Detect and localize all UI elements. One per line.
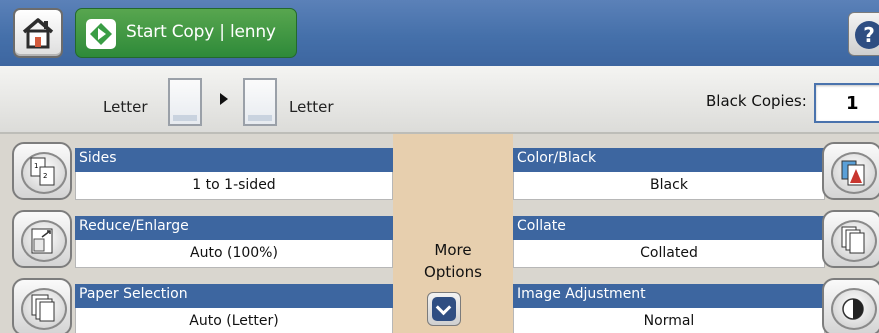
- copy-settings-bar: Letter Letter Black Copies: 1: [0, 66, 879, 134]
- sides-button[interactable]: 1 2: [12, 142, 72, 200]
- home-button[interactable]: [13, 8, 63, 58]
- svg-text:2: 2: [43, 172, 47, 180]
- option-value: Black: [513, 172, 825, 200]
- color-black-icon: [841, 160, 865, 186]
- option-paper-selection[interactable]: Paper Selection Auto (Letter): [12, 278, 393, 333]
- more-options-panel[interactable]: More Options: [393, 134, 513, 333]
- option-value: Auto (100%): [75, 240, 393, 268]
- collate-icon: [841, 226, 865, 254]
- copies-input[interactable]: 1: [814, 83, 879, 123]
- home-icon: [22, 18, 54, 49]
- start-icon: [86, 19, 116, 49]
- arrow-right-icon: [220, 93, 228, 105]
- reduce-enlarge-button[interactable]: [12, 210, 72, 268]
- original-paper-icon[interactable]: [168, 78, 202, 126]
- option-value: Collated: [513, 240, 825, 268]
- option-title: Sides: [75, 148, 393, 172]
- start-copy-label: Start Copy | lenny: [126, 22, 276, 42]
- option-value: Auto (Letter): [75, 308, 393, 333]
- option-reduce-enlarge[interactable]: Reduce/Enlarge Auto (100%): [12, 210, 393, 268]
- more-options-label-line1: More: [434, 241, 472, 259]
- help-icon: ?: [855, 21, 879, 49]
- paper-selection-button[interactable]: [12, 278, 72, 333]
- sides-icon: 1 2: [30, 157, 55, 186]
- help-button[interactable]: ?: [848, 12, 879, 56]
- more-options-label-line2: Options: [424, 263, 482, 281]
- copies-label: Black Copies:: [706, 92, 807, 110]
- option-value: Normal: [513, 308, 825, 333]
- option-sides[interactable]: Sides 1 to 1-sided 1 2: [12, 142, 393, 200]
- color-black-button[interactable]: [822, 142, 879, 200]
- title-bar: Start Copy | lenny ?: [0, 0, 879, 66]
- option-image-adjustment[interactable]: Image Adjustment Normal: [513, 278, 879, 333]
- copy-screen: Start Copy | lenny ? Letter Letter Black…: [0, 0, 879, 333]
- collate-button[interactable]: [822, 210, 879, 268]
- option-collate[interactable]: Collate Collated: [513, 210, 879, 268]
- reduce-enlarge-icon: [31, 228, 53, 254]
- option-title: Image Adjustment: [513, 284, 825, 308]
- output-size-label: Letter: [289, 98, 334, 116]
- copies-value: 1: [846, 93, 859, 114]
- option-title: Paper Selection: [75, 284, 393, 308]
- paper-selection-icon: [31, 294, 55, 322]
- output-paper-icon[interactable]: [243, 78, 277, 126]
- more-options-button[interactable]: [427, 292, 461, 326]
- option-title: Collate: [513, 216, 825, 240]
- option-title: Reduce/Enlarge: [75, 216, 393, 240]
- svg-text:1: 1: [34, 162, 38, 170]
- option-value: 1 to 1-sided: [75, 172, 393, 200]
- original-size-label: Letter: [103, 98, 148, 116]
- option-color-black[interactable]: Color/Black Black: [513, 142, 879, 200]
- image-adjustment-button[interactable]: [822, 278, 879, 333]
- chevron-down-icon: [432, 297, 456, 321]
- start-copy-button[interactable]: Start Copy | lenny: [75, 8, 297, 58]
- image-adjustment-icon: [842, 298, 864, 320]
- option-title: Color/Black: [513, 148, 825, 172]
